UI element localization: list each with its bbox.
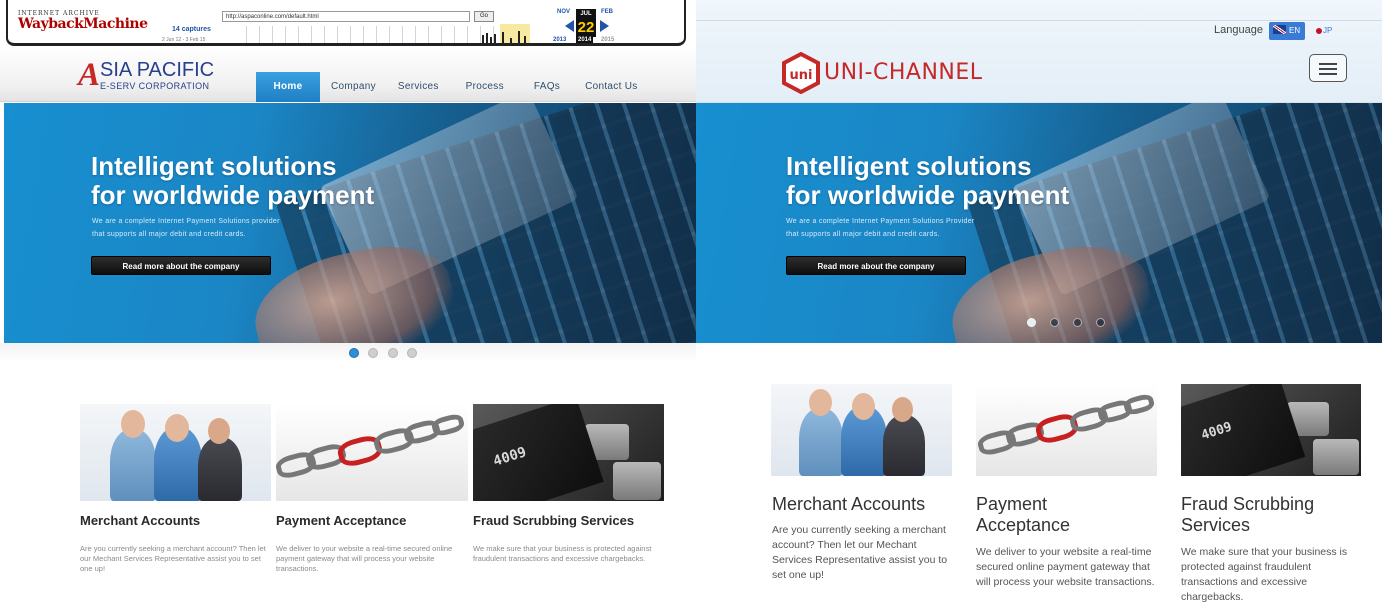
wayback-month-prev[interactable]: NOV <box>557 9 570 15</box>
uni-channel-wordmark[interactable]: UNI-CHANNEL <box>824 60 983 85</box>
wayback-year-next[interactable]: 2015 <box>601 37 614 43</box>
feature-text-payment-acceptance: We deliver to your website a real-time s… <box>276 544 453 573</box>
slider-dot-1[interactable] <box>1027 318 1036 327</box>
wayback-next-arrow-icon[interactable] <box>600 20 609 32</box>
read-more-button[interactable]: Read more about the company <box>786 256 966 275</box>
read-more-button[interactable]: Read more about the company <box>91 256 271 275</box>
wayback-capture-bars <box>480 30 530 43</box>
slider-dot-3[interactable] <box>1073 318 1082 327</box>
header-top-divider <box>696 20 1382 21</box>
slider-dot-4[interactable] <box>1096 318 1105 327</box>
main-nav: Home Company Services Process FAQs Conta… <box>256 72 649 102</box>
slider-dot-3[interactable] <box>388 348 398 358</box>
nav-company[interactable]: Company <box>320 72 387 102</box>
hero-title-line-1: Intelligent solutions <box>91 151 337 181</box>
uni-channel-logo-icon[interactable]: uni <box>780 52 822 94</box>
hero-title-line-1: Intelligent solutions <box>786 151 1032 181</box>
hero-slider: Intelligent solutions for worldwide paym… <box>696 103 1382 343</box>
hero-subtitle-line-2: that supports all major debit and credit… <box>786 231 940 238</box>
feature-text-merchant-accounts: Are you currently seeking a merchant acc… <box>772 524 948 581</box>
feature-text-fraud-scrubbing: We make sure that your business is prote… <box>1181 546 1348 603</box>
nav-home[interactable]: Home <box>256 72 320 102</box>
wayback-toolbar: INTERNET ARCHIVE WaybackMachine http://a… <box>0 0 696 48</box>
feature-title-fraud-scrubbing-line-2: Services <box>1181 515 1251 535</box>
nav-faqs[interactable]: FAQs <box>520 72 574 102</box>
slider-dot-2[interactable] <box>368 348 378 358</box>
wayback-day-current: 22 <box>576 19 596 37</box>
wayback-go-button[interactable]: Go <box>474 11 494 22</box>
right-site-header: Language EN JP uni UNI-CHANNEL <box>696 0 1382 103</box>
feature-text-merchant-accounts: Are you currently seeking a merchant acc… <box>80 544 266 573</box>
feature-title-payment-acceptance-line-2: Acceptance <box>976 515 1071 535</box>
hero-title-line-2: for worldwide payment <box>786 180 1070 210</box>
feature-title-fraud-scrubbing: Fraud Scrubbing Services <box>473 513 635 528</box>
left-site-header: A SIA PACIFIC E-SERV CORPORATION Home Co… <box>0 48 696 102</box>
slider-dot-1[interactable] <box>349 348 359 358</box>
wayback-month-next[interactable]: FEB <box>601 9 613 15</box>
feature-text-payment-acceptance: We deliver to your website a real-time s… <box>976 546 1155 588</box>
wayback-logo[interactable]: WaybackMachine <box>18 16 148 32</box>
language-jp-label: JP <box>1323 26 1333 35</box>
feature-title-payment-acceptance-line-1: Payment <box>976 494 1048 514</box>
hero-slider: Intelligent solutions for worldwide paym… <box>4 103 696 343</box>
merchant-accounts-image <box>771 384 952 476</box>
payment-acceptance-image <box>976 384 1157 476</box>
language-en-button[interactable]: EN <box>1269 22 1305 40</box>
left-site-screenshot: INTERNET ARCHIVE WaybackMachine http://a… <box>0 0 696 603</box>
hero-title-line-2: for worldwide payment <box>91 180 375 210</box>
japan-flag-icon <box>1316 28 1322 34</box>
slider-dot-4[interactable] <box>407 348 417 358</box>
language-label: Language <box>1214 24 1263 36</box>
logo-wordmark: SIA PACIFIC <box>100 59 215 81</box>
hero-subtitle-line-1: We are a complete Internet Payment Solut… <box>786 218 975 225</box>
feature-text-fraud-scrubbing: We make sure that your business is prote… <box>473 544 652 563</box>
nav-services[interactable]: Services <box>387 72 450 102</box>
wayback-month-current: JUL <box>576 9 596 19</box>
hero-subtitle-line-1: We are a complete Internet Payment Solut… <box>92 218 280 225</box>
wayback-year-prev[interactable]: 2013 <box>553 37 566 43</box>
feature-title-merchant-accounts: Merchant Accounts <box>772 494 926 514</box>
fraud-scrubbing-image: 4009 <box>473 404 664 501</box>
slider-pagination <box>0 343 696 363</box>
feature-title-fraud-scrubbing-line-1: Fraud Scrubbing <box>1181 494 1315 514</box>
feature-title-payment-acceptance: Payment Acceptance <box>276 513 407 528</box>
wayback-url-input[interactable]: http://aspaconline.com/default.html <box>222 11 470 22</box>
uk-flag-icon <box>1273 25 1286 34</box>
payment-acceptance-image <box>276 404 468 501</box>
wayback-year-current: 2014 <box>576 37 594 43</box>
logo-mark-text: uni <box>790 68 813 83</box>
merchant-accounts-image <box>80 404 271 501</box>
logo-letter-a: A <box>78 57 101 93</box>
wayback-prev-arrow-icon[interactable] <box>565 20 574 32</box>
nav-contact-us[interactable]: Contact Us <box>574 72 648 102</box>
language-en-label: EN <box>1289 26 1301 35</box>
wayback-capture-range: 2 Jun 12 - 3 Feb 15 <box>162 37 206 43</box>
slider-dot-2[interactable] <box>1050 318 1059 327</box>
fraud-scrubbing-image: 4009 <box>1181 384 1361 476</box>
wayback-captures-link[interactable]: 14 captures <box>172 26 211 33</box>
language-jp-button[interactable]: JP <box>1313 22 1353 40</box>
hero-subtitle-line-2: that supports all major debit and credit… <box>92 231 246 238</box>
nav-process[interactable]: Process <box>450 72 520 102</box>
hamburger-menu-button[interactable] <box>1309 54 1347 82</box>
feature-title-merchant-accounts: Merchant Accounts <box>80 513 201 528</box>
right-site-screenshot: Language EN JP uni UNI-CHANNEL Intellige… <box>696 0 1382 603</box>
logo-subtitle: E-SERV CORPORATION <box>100 81 210 91</box>
